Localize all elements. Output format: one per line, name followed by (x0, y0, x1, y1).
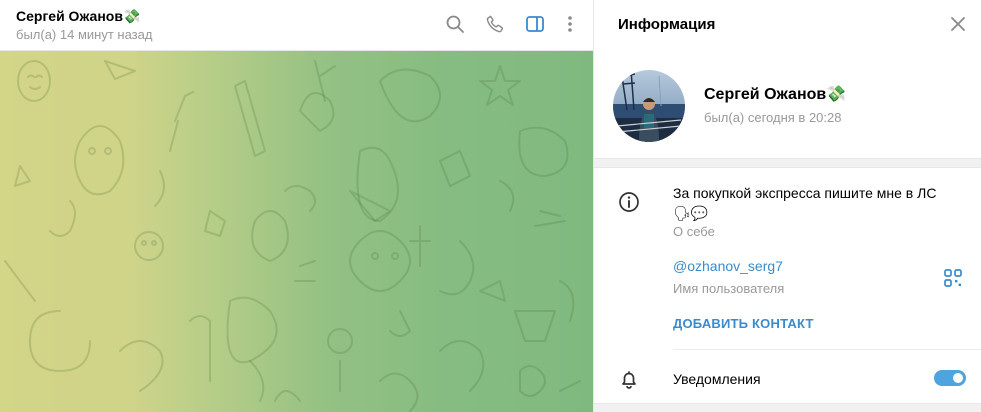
more-vertical-icon (568, 16, 572, 32)
bell-icon (618, 368, 640, 390)
phone-icon (486, 15, 504, 33)
qr-code-icon (944, 269, 962, 287)
chat-wallpaper (0, 51, 593, 412)
doodle-pattern (4, 60, 581, 412)
info-panel-title: Информация (618, 16, 716, 33)
more-options-button[interactable] (557, 11, 583, 37)
section-separator (594, 158, 981, 168)
close-button[interactable] (946, 12, 970, 36)
info-icon (618, 191, 640, 213)
bio-text: За покупкой экспресса пишите мне в ЛС🗣💬 (673, 185, 937, 221)
avatar-photo (613, 70, 685, 142)
search-button[interactable] (442, 11, 468, 37)
info-panel: Информация Сергей Ожанов💸 был(а) сегодня… (594, 0, 981, 412)
chat-area: Сергей Ожанов💸 был(а) 14 минут назад (0, 0, 593, 412)
telegram-window: Сергей Ожанов💸 был(а) 14 минут назад Инф… (0, 0, 981, 412)
call-button[interactable] (482, 11, 508, 37)
bio-label: О себе (673, 224, 715, 239)
qr-code-button[interactable] (943, 268, 963, 288)
notifications-toggle[interactable] (934, 370, 966, 386)
add-contact-button[interactable]: ДОБАВИТЬ КОНТАКТ (673, 316, 814, 331)
close-icon (951, 17, 965, 31)
username-label: Имя пользователя (673, 281, 785, 296)
search-icon (446, 15, 464, 33)
chat-header[interactable]: Сергей Ожанов💸 был(а) 14 минут назад (0, 0, 593, 51)
profile-last-seen: был(а) сегодня в 20:28 (704, 110, 842, 125)
avatar[interactable] (613, 70, 685, 142)
chat-last-seen: был(а) 14 минут назад (16, 27, 153, 42)
sidebar-toggle-icon (526, 16, 544, 32)
notifications-label: Уведомления (673, 371, 761, 387)
info-panel-toggle-button[interactable] (522, 11, 548, 37)
row-divider (673, 349, 981, 350)
profile-name: Сергей Ожанов💸 (704, 86, 847, 103)
chat-title: Сергей Ожанов💸 (16, 8, 141, 24)
section-separator-bottom (594, 403, 981, 412)
username-link[interactable]: @ozhanov_serg7 (673, 258, 783, 274)
toggle-knob (951, 371, 965, 385)
